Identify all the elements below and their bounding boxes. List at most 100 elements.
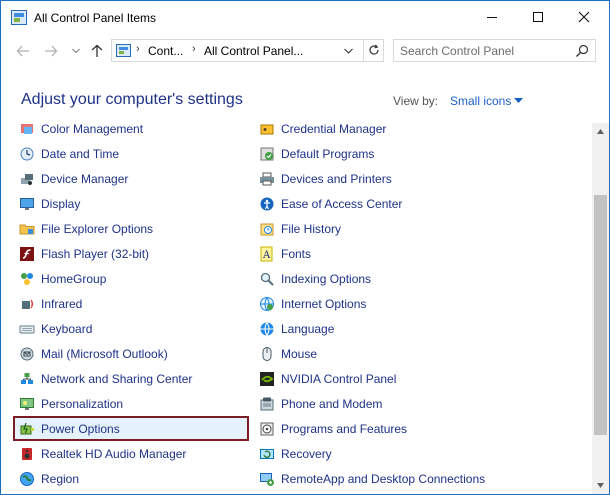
item-remoteapp-and-desktop-connections[interactable]: RemoteApp and Desktop Connections [253,466,553,491]
content-area: Adjust your computer's settings View by:… [1,67,609,494]
chevron-down-icon[interactable] [514,98,523,104]
item-language[interactable]: Language [253,316,553,341]
item-label: NVIDIA Control Panel [281,371,397,386]
window-title: All Control Panel Items [34,11,157,25]
item-label: Devices and Printers [281,171,392,186]
item-label: Realtek HD Audio Manager [41,446,187,461]
recent-locations-button[interactable] [69,41,83,61]
up-button[interactable] [87,41,107,61]
search-box[interactable] [393,39,596,62]
item-devices-and-printers[interactable]: Devices and Printers [253,166,553,191]
item-label: Power Options [41,421,120,436]
svg-text:A: A [262,250,271,261]
item-label: Infrared [41,296,83,311]
item-region[interactable]: Region [13,466,249,491]
maximize-icon [533,12,543,22]
item-device-manager[interactable]: Device Manager [13,166,249,191]
back-arrow-icon [16,45,29,57]
item-mouse[interactable]: Mouse [253,341,553,366]
item-phone-and-modem[interactable]: Phone and Modem [253,391,553,416]
item-mail-microsoft-outlook[interactable]: Mail (Microsoft Outlook) [13,341,249,366]
speaker-icon [22,447,32,460]
item-file-explorer-options[interactable]: File Explorer Options [13,216,249,241]
search-icon[interactable] [574,43,590,59]
item-indexing-options[interactable]: Indexing Options [253,266,553,291]
device-manager-icon [21,173,33,185]
refresh-button[interactable] [363,40,384,61]
item-label: Mouse [281,346,318,361]
item-label: Programs and Features [281,421,408,436]
item-label: Phone and Modem [281,396,383,411]
scroll-down-button[interactable] [592,477,609,494]
forward-button[interactable] [41,41,61,61]
item-infrared[interactable]: Infrared [13,291,249,316]
chevron-down-icon [72,48,80,54]
item-label: Keyboard [41,321,93,336]
item-network-and-sharing-center[interactable]: Network and Sharing Center [13,366,249,391]
item-realtek-hd-audio-manager[interactable]: Realtek HD Audio Manager [13,441,249,466]
vertical-scrollbar[interactable] [592,123,609,494]
page-heading: Adjust your computer's settings [21,91,243,108]
item-display[interactable]: Display [13,191,249,216]
phone-icon [260,397,274,410]
item-personalization[interactable]: Personalization [13,391,249,416]
item-color-management[interactable]: Color Management [13,123,249,141]
breadcrumb-segment[interactable]: Cont... [148,44,183,58]
close-button[interactable] [561,1,607,33]
item-label: RemoteApp and Desktop Connections [281,471,486,486]
item-fonts[interactable]: A Fonts [253,241,553,266]
printer-icon [260,172,274,185]
item-label: Date and Time [41,146,120,161]
item-label: Display [41,196,81,211]
view-by-dropdown[interactable]: Small icons [450,94,511,108]
keyboard-icon [19,325,35,333]
item-default-programs[interactable]: Default Programs [253,141,553,166]
item-flash-player-32-bit[interactable]: Flash Player (32-bit) [13,241,249,266]
breadcrumb-separator-icon: › [136,43,140,55]
network-icon [21,372,33,384]
flash-icon [20,246,34,261]
power-icon [20,422,34,434]
homegroup-icon [21,272,33,285]
fonts-icon: A [260,246,273,261]
item-programs-and-features[interactable]: Programs and Features [253,416,553,441]
search-input[interactable] [400,43,570,59]
item-recovery[interactable]: Recovery [253,441,553,466]
item-label: Personalization [41,396,124,411]
monitor-icon [20,197,34,210]
back-button[interactable] [13,41,33,61]
item-ease-of-access-center[interactable]: Ease of Access Center [253,191,553,216]
item-label: Language [281,321,335,336]
minimize-icon [487,16,497,18]
item-credential-manager[interactable]: Credential Manager [253,123,553,141]
item-date-and-time[interactable]: Date and Time [13,141,249,166]
item-label: Device Manager [41,171,129,186]
breadcrumb-segment[interactable]: All Control Panel... [204,44,303,58]
address-bar[interactable]: › Cont... › All Control Panel... [111,39,384,62]
maximize-button[interactable] [515,1,561,33]
close-icon [578,11,590,23]
control-panel-window: All Control Panel Items › Cont... › All … [0,0,610,495]
minimize-button[interactable] [469,1,515,33]
item-label: Mail (Microsoft Outlook) [41,346,168,361]
item-file-history[interactable]: File History [253,216,553,241]
personalization-icon [20,397,34,410]
item-label: Default Programs [281,146,375,161]
item-nvidia-control-panel[interactable]: NVIDIA Control Panel [253,366,553,391]
address-dropdown-button[interactable] [344,43,353,57]
scroll-up-button[interactable] [592,123,609,140]
nvidia-icon [260,371,274,386]
default-programs-icon [260,147,274,160]
item-power-options[interactable]: Power Options [13,416,249,441]
item-homegroup[interactable]: HomeGroup [13,266,249,291]
title-bar[interactable]: All Control Panel Items [1,1,609,35]
item-label: Fonts [281,246,312,261]
recovery-icon [260,448,274,459]
scroll-thumb[interactable] [594,195,607,435]
item-label: Internet Options [281,296,367,311]
item-internet-options[interactable]: Internet Options [253,291,553,316]
chevron-down-icon [344,48,353,54]
credential-icon [260,124,274,134]
item-keyboard[interactable]: Keyboard [13,316,249,341]
navigation-bar: › Cont... › All Control Panel... [1,35,609,67]
